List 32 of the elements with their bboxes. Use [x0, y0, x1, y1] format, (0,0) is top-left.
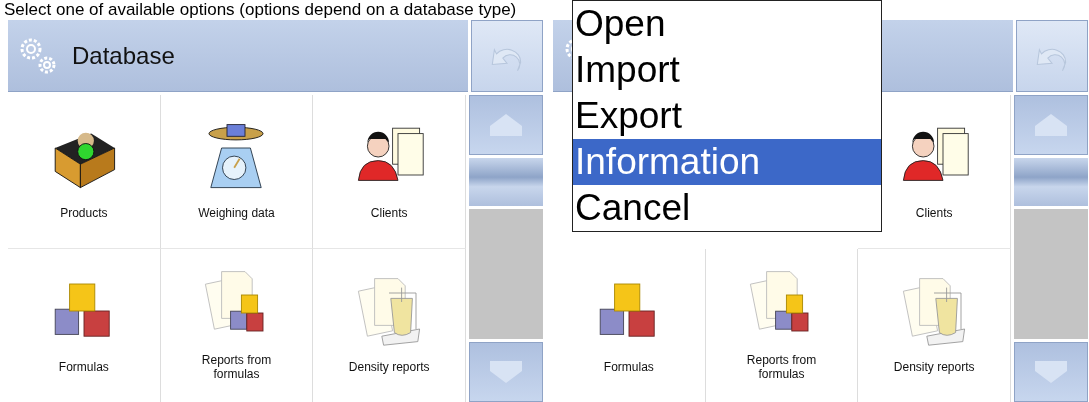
tile-label: Reports from formulas [200, 354, 273, 383]
scroll-up-button[interactable] [469, 95, 543, 155]
menu-tile[interactable]: Density reports [858, 248, 1011, 402]
menu-option[interactable]: Information [573, 139, 881, 185]
menu-tile[interactable]: Formulas [553, 248, 706, 402]
tile-label: Formulas [603, 361, 654, 376]
back-button[interactable] [471, 20, 543, 92]
menu-tile[interactable]: Weighing data [160, 95, 314, 249]
screen-title: Database [72, 41, 175, 70]
scroll-thumb[interactable] [1014, 158, 1088, 206]
menu-option[interactable]: Import [573, 47, 881, 93]
scroll-up-button[interactable] [1014, 95, 1088, 155]
menu-option[interactable]: Open [573, 1, 881, 47]
menu-tile[interactable]: Reports from formulas [705, 248, 859, 402]
scroll-thumb[interactable] [469, 158, 543, 206]
menu-tile[interactable]: Clients [313, 95, 466, 249]
menu-tile[interactable]: Formulas [8, 248, 161, 402]
scroll-down-button[interactable] [1014, 342, 1088, 402]
tile-label: Products [60, 207, 108, 222]
tile-label: Formulas [58, 361, 109, 376]
menu-tile[interactable]: Reports from formulas [160, 248, 314, 402]
scroll-down-button[interactable] [469, 342, 543, 402]
back-button[interactable] [1016, 20, 1088, 92]
tile-label: Weighing data [198, 207, 275, 222]
tile-label: Clients [915, 207, 953, 222]
menu-tile[interactable]: Density reports [313, 248, 466, 402]
tile-label: Reports from formulas [745, 354, 818, 383]
tile-label: Density reports [348, 361, 430, 376]
menu-tile[interactable]: Products [8, 95, 161, 249]
tile-label: Clients [370, 207, 408, 222]
caption-text: Select one of available options (options depend on a database type) [3, 0, 518, 20]
tile-label: Density reports [893, 361, 975, 376]
